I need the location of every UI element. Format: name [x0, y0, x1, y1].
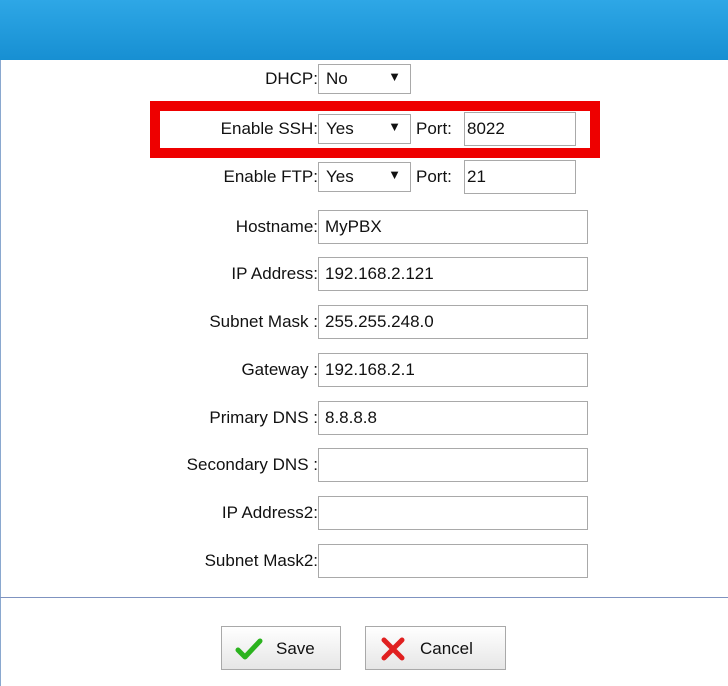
ip-address-label: IP Address: — [231, 264, 318, 283]
secondary-dns-row: Secondary DNS : — [0, 448, 728, 482]
secondary-dns-label: Secondary DNS : — [186, 455, 318, 474]
primary-dns-row: Primary DNS : — [0, 401, 728, 435]
ip-address2-input[interactable] — [318, 496, 588, 530]
dhcp-label: DHCP: — [265, 69, 318, 88]
dropdown-arrow-icon: ▼ — [388, 69, 401, 84]
hostname-label: Hostname: — [235, 217, 318, 236]
ip-address2-row: IP Address2: — [0, 496, 728, 530]
secondary-dns-input[interactable] — [318, 448, 588, 482]
ftp-port-label: Port: — [416, 167, 452, 186]
hostname-input[interactable] — [318, 210, 588, 244]
ftp-port-input[interactable] — [464, 160, 576, 194]
x-icon — [381, 637, 405, 661]
subnet-mask-row: Subnet Mask : — [0, 305, 728, 339]
ftp-select[interactable]: Yes ▼ — [318, 162, 411, 192]
dhcp-select-value: No — [326, 69, 348, 88]
subnet-mask-input[interactable] — [318, 305, 588, 339]
header-bar — [0, 0, 728, 60]
subnet-mask-label: Subnet Mask : — [209, 312, 318, 331]
primary-dns-input[interactable] — [318, 401, 588, 435]
ftp-label: Enable FTP: — [223, 167, 319, 186]
subnet-mask2-row: Subnet Mask2: — [0, 544, 728, 578]
dhcp-select[interactable]: No ▼ — [318, 64, 411, 94]
subnet-mask2-input[interactable] — [318, 544, 588, 578]
gateway-input[interactable] — [318, 353, 588, 387]
hostname-row: Hostname: — [0, 210, 728, 244]
save-button-label: Save — [276, 639, 315, 658]
save-button[interactable]: Save — [221, 626, 341, 670]
ip-address2-label: IP Address2: — [221, 503, 318, 522]
cancel-button-label: Cancel — [420, 639, 473, 658]
ftp-select-value: Yes — [326, 167, 354, 186]
dropdown-arrow-icon: ▼ — [388, 167, 401, 182]
ftp-row: Enable FTP: Yes ▼ Port: — [0, 160, 728, 194]
gateway-row: Gateway : — [0, 353, 728, 387]
primary-dns-label: Primary DNS : — [209, 408, 318, 427]
gateway-label: Gateway : — [241, 360, 318, 379]
ip-address-row: IP Address: — [0, 257, 728, 291]
ip-address-input[interactable] — [318, 257, 588, 291]
form-divider — [0, 597, 728, 598]
subnet-mask2-label: Subnet Mask2: — [204, 551, 318, 570]
checkmark-icon — [235, 638, 263, 660]
ssh-highlight-box — [150, 101, 600, 158]
cancel-button[interactable]: Cancel — [365, 626, 506, 670]
dhcp-row: DHCP: No ▼ — [0, 62, 728, 96]
